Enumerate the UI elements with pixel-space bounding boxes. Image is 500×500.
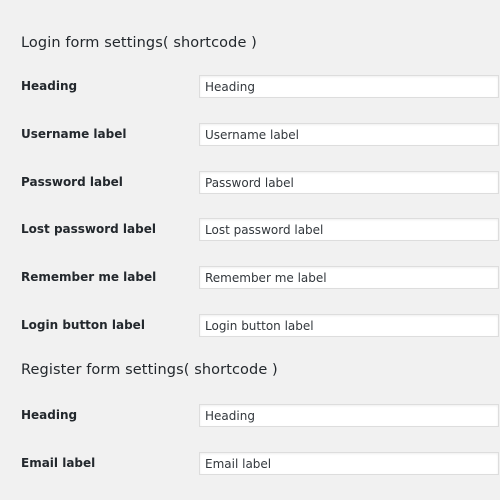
login-heading-input[interactable] [199,75,499,98]
email-label-label: Email label [21,456,96,470]
login-settings-title: Login form settings( shortcode ) [21,35,257,51]
username-label-input[interactable] [199,123,499,146]
remember-me-label-label: Remember me label [21,270,157,284]
register-heading-label: Heading [21,408,78,422]
login-heading-label: Heading [21,79,78,93]
login-button-label-label: Login button label [21,318,145,332]
password-label-label: Password label [21,175,123,189]
username-label-label: Username label [21,127,127,141]
lost-password-label-input[interactable] [199,218,499,241]
email-label-input[interactable] [199,452,499,475]
password-label-input[interactable] [199,171,499,194]
lost-password-label-label: Lost password label [21,222,156,236]
register-settings-title: Register form settings( shortcode ) [21,362,278,378]
remember-me-label-input[interactable] [199,266,499,289]
register-heading-input[interactable] [199,404,499,427]
login-button-label-input[interactable] [199,314,499,337]
